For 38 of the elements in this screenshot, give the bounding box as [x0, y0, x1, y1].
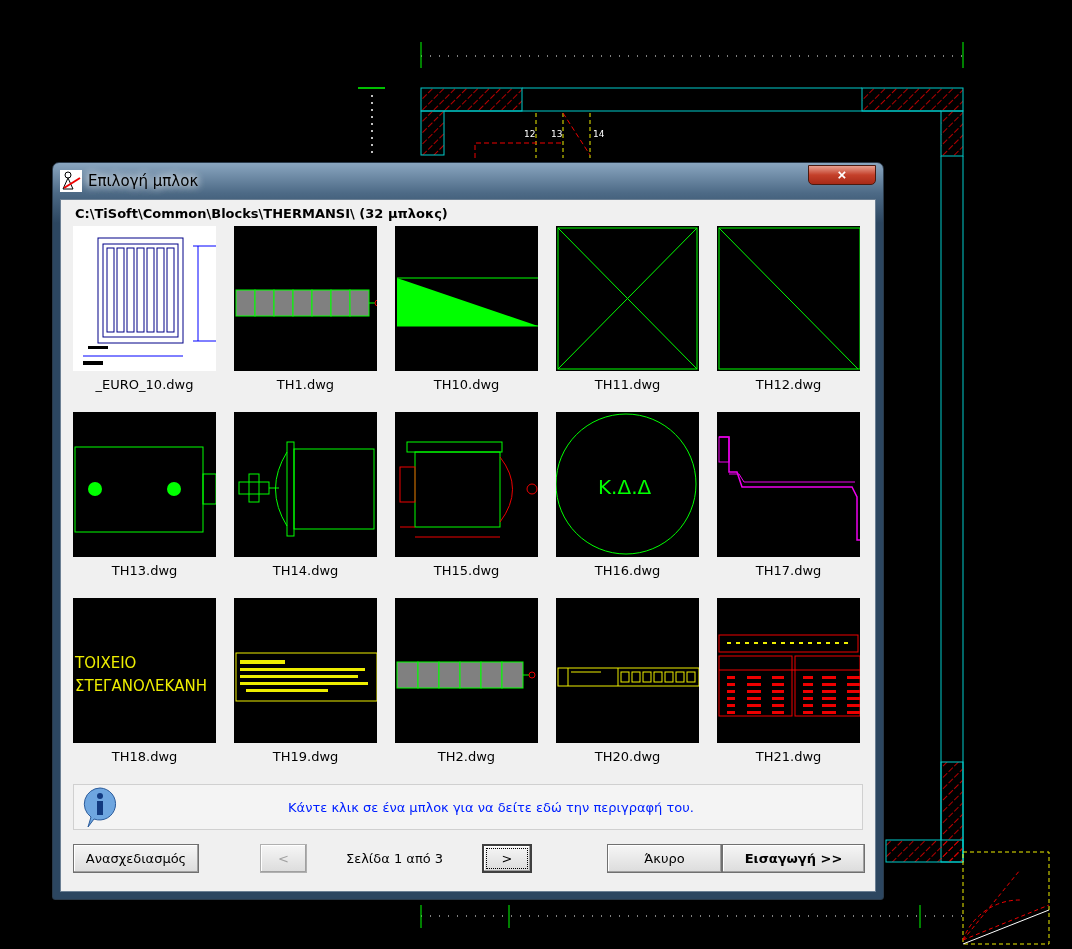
dimension-label: 14 [593, 129, 605, 139]
dimension-tick [357, 87, 386, 89]
drawing-text: Κ.Δ.Δ [598, 475, 652, 499]
app-icon [60, 170, 82, 192]
window-title: Επιλογή μπλοκ [88, 172, 199, 190]
block-preview[interactable]: Κ.Δ.Δ [556, 412, 699, 557]
drawing-text: ΣΤΕΓΑΝΟΛΕΚΑΝΗ [75, 677, 208, 695]
file-name: TH12.dwg [755, 377, 822, 392]
page-indicator: Σελίδα 1 από 3 [344, 851, 445, 866]
file-name: TH1.dwg [276, 377, 335, 392]
file-name: TH20.dwg [594, 749, 661, 764]
file-name: TH16.dwg [594, 563, 661, 578]
block-preview[interactable] [395, 226, 538, 371]
file-name: TH19.dwg [272, 749, 339, 764]
file-name: TH21.dwg [755, 749, 822, 764]
insert-button[interactable]: Εισαγωγή >> [722, 844, 865, 873]
dimension-label: 13 [551, 129, 563, 139]
file-name: TH18.dwg [111, 749, 178, 764]
file-name: _EURO_10.dwg [95, 377, 194, 392]
file-name: TH14.dwg [272, 563, 339, 578]
block-preview[interactable] [395, 598, 538, 743]
file-name: TH15.dwg [433, 563, 500, 578]
drawing-text: ΤΟΙΧΕΙΟ [75, 654, 137, 672]
block-preview[interactable]: ΤΟΙΧΕΙΟ ΣΤΕΓΑΝΟΛΕΚΑΝΗ [73, 598, 216, 743]
cancel-button[interactable]: Άκυρο [607, 844, 722, 873]
redraw-button[interactable]: Ανασχεδιασμός [73, 844, 199, 873]
folder-path: C:\TiSoft\Common\Blocks\THERMANSI\ (32 μπλοκς) [74, 205, 449, 223]
dimension-label: 12 [524, 129, 536, 139]
close-button[interactable]: × [808, 165, 876, 185]
next-page-button[interactable]: > [482, 844, 532, 873]
file-name: TH13.dwg [111, 563, 178, 578]
info-message: Κάντε κλικ σε ένα μπλοκ για να δείτε εδώ την περιγραφή του. [287, 799, 695, 815]
block-preview[interactable] [234, 598, 377, 743]
file-name: TH10.dwg [433, 377, 500, 392]
file-name: TH2.dwg [437, 749, 496, 764]
block-preview[interactable] [234, 226, 377, 371]
file-name: TH11.dwg [594, 377, 661, 392]
file-name: TH17.dwg [755, 563, 822, 578]
